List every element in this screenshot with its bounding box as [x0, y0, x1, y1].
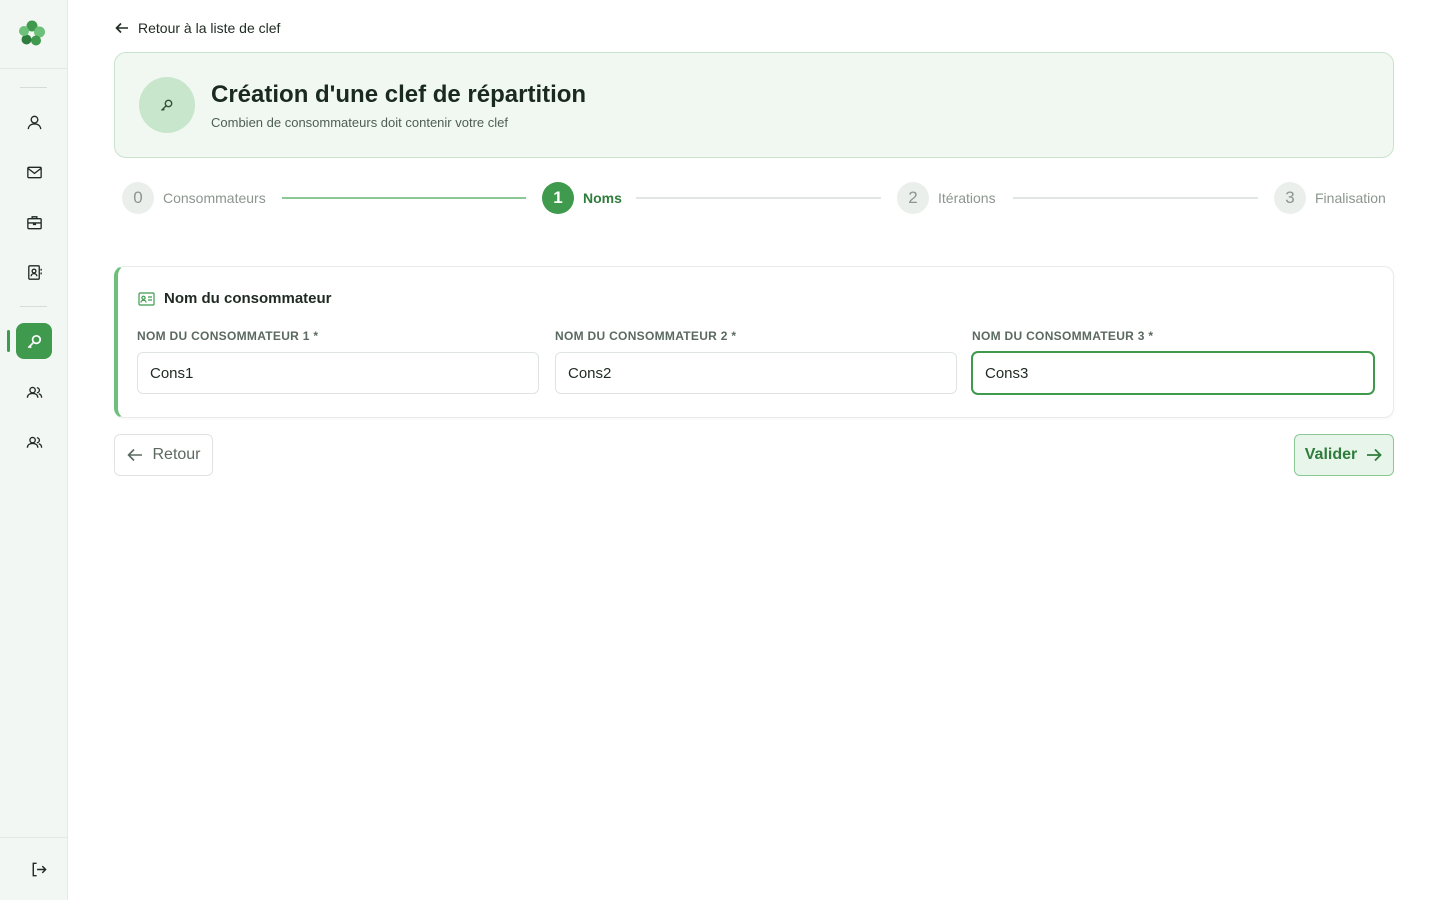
logout-icon [32, 862, 47, 876]
page-title: Création d'une clef de répartition [211, 81, 587, 108]
step-connector [636, 197, 881, 199]
back-button[interactable]: Retour [114, 434, 213, 476]
arrow-left-icon [127, 448, 143, 462]
sidebar-divider [20, 87, 47, 88]
users-icon [26, 436, 42, 448]
sidebar-item-keys[interactable] [16, 323, 52, 359]
header-icon-circle [139, 77, 195, 133]
sidebar-divider [20, 306, 47, 307]
consumer-names-card: Nom du consommateur NOM DU CONSOMMATEUR … [114, 266, 1394, 418]
logout-button[interactable] [18, 849, 58, 889]
step-label: Itérations [938, 190, 996, 206]
sidebar-item-user[interactable] [14, 102, 54, 142]
step-label: Noms [583, 190, 622, 206]
step-number: 3 [1274, 182, 1306, 214]
briefcase-icon [26, 215, 42, 229]
mail-icon [26, 166, 42, 178]
step-label: Finalisation [1315, 190, 1386, 206]
back-link-label: Retour à la liste de clef [138, 20, 281, 36]
field-label-consumer-2: NOM DU CONSOMMATEUR 2 * [555, 329, 737, 343]
sidebar-item-contacts[interactable] [14, 252, 54, 292]
step-iterations[interactable]: 2 Itérations [897, 182, 996, 214]
validate-button[interactable]: Valider [1294, 434, 1394, 476]
step-connector [1013, 197, 1258, 199]
back-button-label: Retour [152, 446, 201, 463]
step-number: 2 [897, 182, 929, 214]
sidebar-item-mail[interactable] [14, 152, 54, 192]
step-number: 1 [542, 182, 574, 214]
sidebar-item-teams[interactable] [14, 422, 54, 462]
sidebar-item-groups[interactable] [14, 372, 54, 412]
user-icon [27, 115, 41, 129]
field-label-consumer-1: NOM DU CONSOMMATEUR 1 * [137, 329, 319, 343]
page-subtitle: Combien de consommateurs doit contenir v… [211, 115, 508, 130]
key-icon [27, 334, 41, 348]
step-finalisation[interactable]: 3 Finalisation [1274, 182, 1386, 214]
clover-logo[interactable] [17, 18, 47, 48]
sidebar-divider [0, 68, 68, 69]
arrow-left-icon [115, 22, 128, 34]
users-icon [26, 386, 42, 398]
sidebar [0, 0, 68, 900]
stepper: 0 Consommateurs 1 Noms 2 Itérations 3 Fi… [122, 182, 1386, 216]
consumer-2-input[interactable] [555, 352, 957, 394]
sidebar-divider [0, 837, 68, 838]
step-number: 0 [122, 182, 154, 214]
active-indicator [7, 330, 10, 352]
key-icon [161, 99, 173, 111]
arrow-right-icon [1367, 448, 1383, 462]
page-header: Création d'une clef de répartition Combi… [114, 52, 1394, 158]
back-to-list-link[interactable]: Retour à la liste de clef [114, 20, 280, 36]
step-noms[interactable]: 1 Noms [542, 182, 622, 214]
consumer-1-input[interactable] [137, 352, 539, 394]
card-title-label: Nom du consommateur [164, 290, 332, 307]
field-label-consumer-3: NOM DU CONSOMMATEUR 3 * [972, 329, 1154, 343]
step-label: Consommateurs [163, 190, 266, 206]
validate-button-label: Valider [1304, 446, 1358, 463]
consumer-3-input[interactable] [972, 352, 1374, 394]
contact-book-icon [27, 264, 42, 280]
step-connector [282, 197, 526, 199]
sidebar-item-briefcase[interactable] [14, 202, 54, 242]
id-card-icon [138, 291, 155, 306]
step-consommateurs[interactable]: 0 Consommateurs [122, 182, 266, 214]
card-title: Nom du consommateur [138, 290, 332, 307]
